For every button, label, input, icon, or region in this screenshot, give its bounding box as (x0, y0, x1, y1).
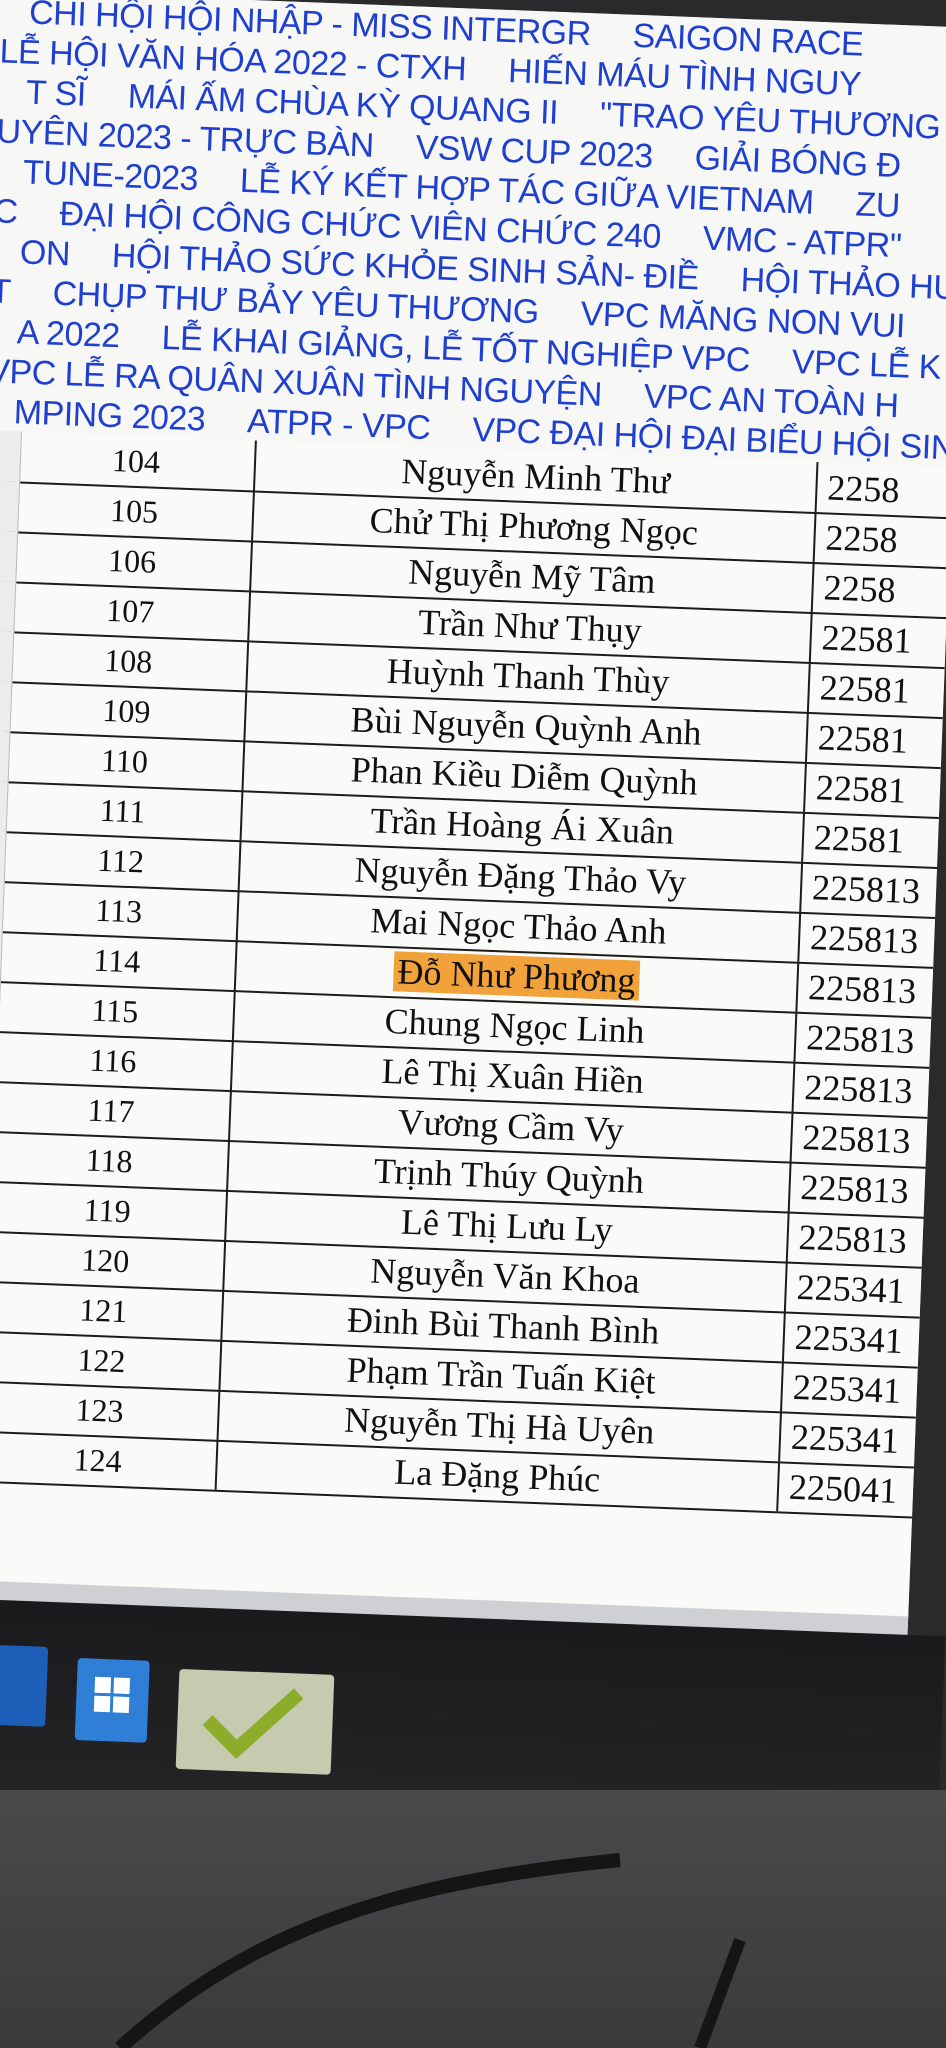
cell-student-id[interactable]: 22581 (809, 662, 946, 720)
cell-student-id[interactable]: 225813 (790, 1162, 946, 1220)
highlighted-name: Đỗ Như Phương (392, 951, 641, 1001)
folder-name[interactable]: ZU (855, 185, 901, 225)
cell-stt[interactable]: 124 (0, 1430, 219, 1490)
cell-stt[interactable]: 106 (13, 531, 254, 591)
cell-stt[interactable]: 123 (0, 1380, 221, 1440)
cell-student-id[interactable]: 225813 (797, 962, 946, 1020)
cell-student-id[interactable]: 225813 (788, 1212, 946, 1270)
cell-student-id[interactable]: 225341 (780, 1411, 946, 1469)
cell-stt[interactable]: 108 (9, 631, 250, 691)
cell-stt[interactable]: 118 (0, 1130, 231, 1191)
cell-student-id[interactable]: 225813 (801, 862, 946, 920)
desk-background (0, 1790, 946, 2048)
cell-stt[interactable]: 120 (0, 1230, 227, 1290)
cell-student-id[interactable]: 225813 (792, 1112, 946, 1170)
folder-name[interactable]: VPC LỄ K (791, 343, 941, 387)
folder-list: CHI HỘI HỘI NHẬP - MISS INTERGR SAIGON RA… (0, 0, 946, 473)
cell-student-id[interactable]: 225341 (784, 1312, 946, 1370)
epeat-sticker (175, 1668, 335, 1775)
folder-name[interactable]: ON (19, 233, 70, 273)
folder-name[interactable]: SAIGON RACE (632, 17, 864, 64)
cell-stt[interactable]: 116 (0, 1030, 234, 1091)
cell-stt[interactable]: 110 (5, 731, 246, 791)
cell-stt[interactable]: 117 (0, 1080, 232, 1141)
cell-student-id[interactable]: 22581 (805, 762, 946, 820)
cell-stt[interactable]: 121 (0, 1280, 225, 1340)
cell-student-id[interactable]: 22581 (807, 712, 946, 770)
cell-student-id[interactable]: 2258 (815, 512, 946, 570)
cell-student-id[interactable]: 225813 (799, 912, 946, 970)
cell-stt[interactable]: 107 (11, 581, 252, 641)
cell-student-id[interactable]: 225341 (786, 1262, 946, 1320)
cell-student-id[interactable]: 22581 (811, 612, 946, 670)
cell-student-id[interactable]: 225041 (778, 1461, 946, 1519)
folder-name[interactable]: TUNE-2023 (22, 153, 198, 198)
cell-stt[interactable]: 104 (17, 431, 257, 491)
cell-student-id[interactable]: 225341 (782, 1361, 946, 1419)
windows-sticker (74, 1658, 150, 1743)
cell-stt[interactable]: 114 (0, 931, 238, 991)
folder-name[interactable]: VSW CUP 2023 (415, 128, 653, 175)
energy-star-sticker (0, 1644, 49, 1727)
folder-name[interactable]: C (0, 192, 18, 231)
folder-name[interactable]: T SĨ (25, 73, 86, 113)
cell-student-id[interactable]: 2258 (817, 462, 946, 520)
folder-name[interactable]: VMC - ATPR" (702, 220, 902, 266)
cell-stt[interactable]: 119 (0, 1180, 229, 1240)
cell-stt[interactable]: 122 (0, 1330, 223, 1390)
folder-name[interactable]: GIẢI BÓNG Đ (694, 139, 901, 185)
cell-student-id[interactable]: 225813 (795, 1012, 946, 1070)
folder-name[interactable]: A 2022 (16, 313, 120, 355)
cell-student-id[interactable]: 225813 (794, 1062, 946, 1120)
spreadsheet: 6104Nguyễn Minh Thư22587105Chử Thị Phươn… (0, 429, 946, 1627)
cell-stt[interactable]: 115 (0, 981, 236, 1041)
folder-name[interactable]: T (0, 272, 11, 311)
monitor-screen: CHI HỘI HỘI NHẬP - MISS INTERGR SAIGON RA… (0, 0, 946, 1717)
cell-student-id[interactable]: 2258 (813, 562, 946, 620)
folder-name[interactable]: HỘI THẢO HU (740, 261, 946, 307)
cell-stt[interactable]: 113 (0, 881, 240, 941)
cell-stt[interactable]: 112 (1, 831, 242, 891)
cell-student-id[interactable]: 22581 (803, 812, 946, 870)
cell-stt[interactable]: 105 (15, 481, 255, 541)
cell-stt[interactable]: 109 (7, 681, 248, 741)
cell-stt[interactable]: 111 (3, 781, 244, 841)
